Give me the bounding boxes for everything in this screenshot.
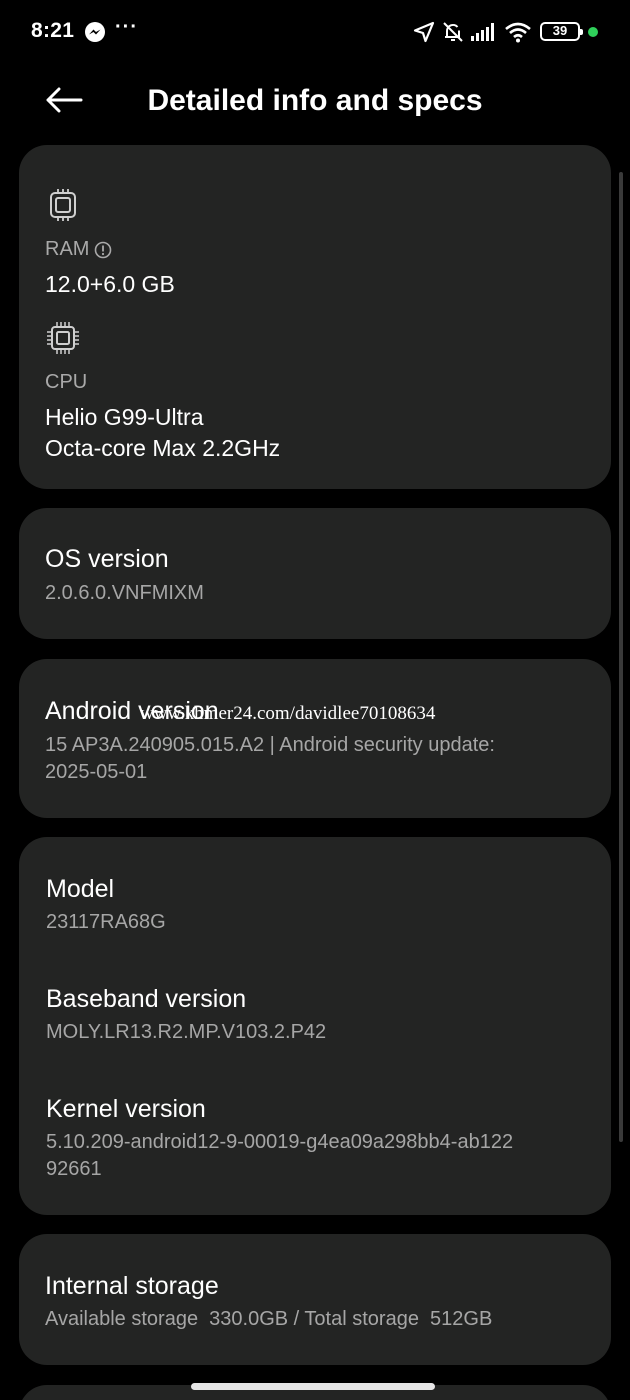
baseband-value: MOLY.LR13.R2.MP.V103.2.P42 xyxy=(46,1021,327,1043)
screen: 8:21 ··· 39 Detailed info and specs RAM … xyxy=(0,0,630,1400)
android-version-line-2: 2025-05-01 xyxy=(45,761,148,783)
os-version-card[interactable]: OS version 2.0.6.0.VNFMIXM xyxy=(19,508,611,639)
signal-icon xyxy=(471,23,494,41)
info-icon[interactable] xyxy=(94,241,112,259)
android-version-line-1: 15 AP3A.240905.015.A2 | Android security… xyxy=(45,734,495,756)
more-notifications-icon: ··· xyxy=(115,16,138,38)
device-info-card: Model 23117RA68G Baseband version MOLY.L… xyxy=(19,837,611,1215)
ram-label: RAM xyxy=(45,238,90,260)
os-version-value: 2.0.6.0.VNFMIXM xyxy=(45,582,204,604)
messenger-icon xyxy=(85,22,105,42)
ram-chip-icon xyxy=(50,189,76,221)
kernel-value-line-1: 5.10.209-android12-9-00019-g4ea09a298bb4… xyxy=(46,1131,514,1153)
status-time: 8:21 xyxy=(31,19,75,42)
cpu-chip-icon xyxy=(47,322,79,354)
watermark-text: www.khmer24.com/davidlee70108634 xyxy=(140,703,436,724)
baseband-title: Baseband version xyxy=(46,985,247,1013)
android-version-card[interactable]: Android version 15 AP3A.240905.015.A2 | … xyxy=(19,659,611,818)
kernel-title: Kernel version xyxy=(46,1095,206,1123)
internal-storage-value: Available storage 330.0GB / Total storag… xyxy=(45,1308,493,1330)
scrollbar[interactable] xyxy=(619,172,623,1142)
internal-storage-title: Internal storage xyxy=(45,1272,219,1300)
home-indicator[interactable] xyxy=(191,1383,435,1390)
battery-icon: 39 xyxy=(540,22,583,41)
privacy-indicator-dot xyxy=(588,27,598,37)
kernel-value-line-2: 92661 xyxy=(46,1158,102,1180)
bell-off-icon xyxy=(443,22,463,42)
ram-value: 12.0+6.0 GB xyxy=(45,271,175,297)
navigation-arrow-icon xyxy=(413,21,435,43)
wifi-icon xyxy=(505,22,531,43)
cpu-label: CPU xyxy=(45,371,88,393)
model-value: 23117RA68G xyxy=(46,911,166,933)
cpu-line-2: Octa-core Max 2.2GHz xyxy=(45,435,281,461)
hardware-card: RAM 12.0+6.0 GB CPU Helio G99-Ultra Octa… xyxy=(19,145,611,489)
page-title: Detailed info and specs xyxy=(147,84,483,117)
cpu-line-1: Helio G99-Ultra xyxy=(45,404,204,430)
model-title: Model xyxy=(46,875,115,903)
internal-storage-card[interactable]: Internal storage Available storage 330.0… xyxy=(19,1234,611,1365)
ram-label-row: RAM xyxy=(45,238,112,261)
os-version-title: OS version xyxy=(45,545,169,573)
status-bar: 8:21 ··· 39 xyxy=(0,0,630,64)
battery-level: 39 xyxy=(552,23,568,38)
